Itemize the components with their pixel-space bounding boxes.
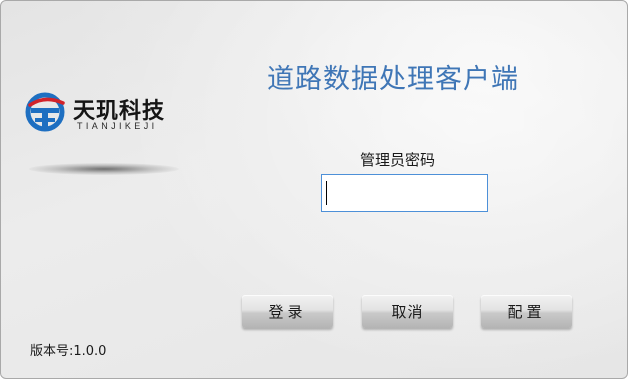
config-button[interactable]: 配置 [481, 295, 572, 328]
logo-pinyin: TIANJIKEJI [77, 121, 158, 131]
text-caret [326, 181, 327, 205]
version-label: 版本号:1.0.0 [30, 344, 107, 359]
login-button[interactable]: 登录 [242, 295, 333, 328]
logo-shadow [29, 163, 179, 175]
login-window: 天玑科技 TIANJIKEJI 道路数据处理客户端 管理员密码 登录 取消 配置… [0, 0, 628, 379]
tianji-logo-icon [25, 92, 65, 132]
company-logo: 天玑科技 TIANJIKEJI [23, 87, 203, 137]
app-title: 道路数据处理客户端 [267, 64, 519, 95]
password-input[interactable] [321, 174, 488, 212]
cancel-button[interactable]: 取消 [362, 295, 453, 328]
password-label: 管理员密码 [360, 151, 436, 169]
